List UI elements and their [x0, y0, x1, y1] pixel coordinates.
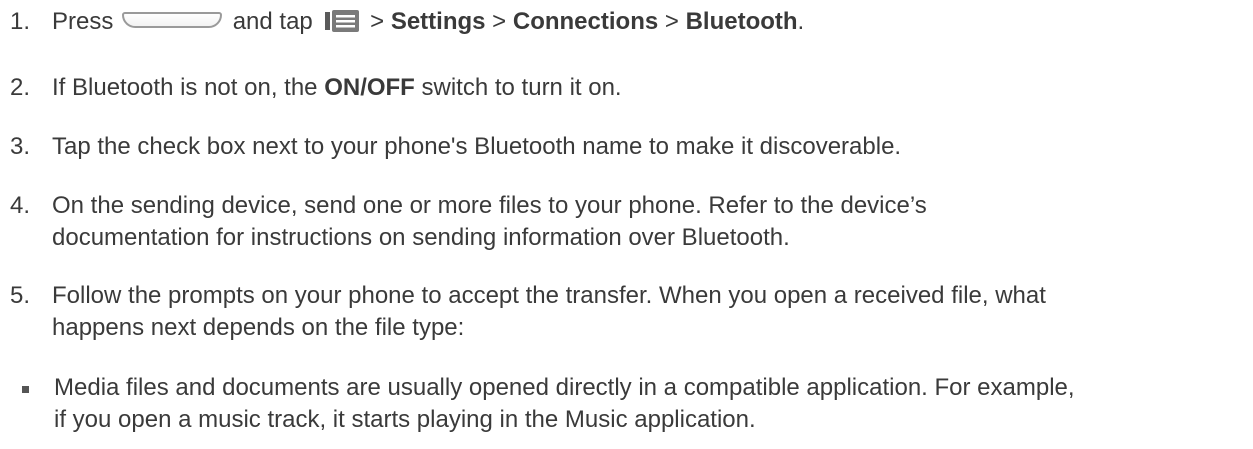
step-1-and-tap-text: and tap: [232, 8, 313, 35]
step-text: If Bluetooth is not on, the ON/OFF switc…: [52, 72, 1240, 104]
step-3: 3. Tap the check box next to your phone'…: [10, 131, 1240, 163]
step-5: 5. Follow the prompts on your phone to a…: [10, 280, 1240, 344]
step-text: Tap the check box next to your phone's B…: [52, 133, 902, 160]
step-1-press-text: Press: [52, 8, 114, 35]
settings-label: Settings: [390, 8, 486, 35]
step-number: 3.: [10, 133, 31, 160]
period: .: [797, 8, 805, 35]
step-number: 4.: [10, 192, 31, 219]
step-2: 2. If Bluetooth is not on, the ON/OFF sw…: [10, 72, 1240, 104]
step-number: 2.: [10, 74, 31, 101]
bullet-line-1: Media files and documents are usually op…: [54, 374, 1075, 401]
document-page: 1. Press and tap > Settings > Connection…: [0, 0, 1253, 449]
step-4-line-2: documentation for instructions on sendin…: [52, 224, 790, 251]
bluetooth-label: Bluetooth: [685, 8, 798, 35]
bullet-item: Media files and documents are usually op…: [20, 372, 1245, 436]
separator: >: [664, 8, 679, 35]
step-2-pre-text: If Bluetooth is not on, the: [52, 74, 318, 101]
separator: >: [492, 8, 507, 35]
step-2-post-text: switch to turn it on.: [421, 74, 622, 101]
separator: >: [370, 8, 385, 35]
step-number: 1.: [10, 8, 31, 35]
step-5-line-1: Follow the prompts on your phone to acce…: [52, 282, 1046, 309]
bullet-icon: [20, 372, 54, 404]
step-4-line-1: On the sending device, send one or more …: [52, 192, 927, 219]
step-text: Follow the prompts on your phone to acce…: [52, 280, 1240, 344]
step-number: 5.: [10, 282, 31, 309]
home-key-icon: [122, 12, 223, 28]
bullet-line-2: if you open a music track, it starts pla…: [54, 406, 756, 433]
on-off-label: ON/OFF: [324, 74, 415, 101]
step-text: On the sending device, send one or more …: [52, 190, 1240, 254]
step-1: 1. Press and tap > Settings > Connection…: [10, 6, 1240, 38]
bullet-text: Media files and documents are usually op…: [54, 372, 1245, 436]
step-4: 4. On the sending device, send one or mo…: [10, 190, 1240, 254]
menu-icon: [325, 10, 360, 32]
step-text: Press and tap > Settings > Connections >…: [52, 6, 1240, 38]
connections-label: Connections: [512, 8, 659, 35]
step-5-line-2: happens next depends on the file type:: [52, 314, 465, 341]
